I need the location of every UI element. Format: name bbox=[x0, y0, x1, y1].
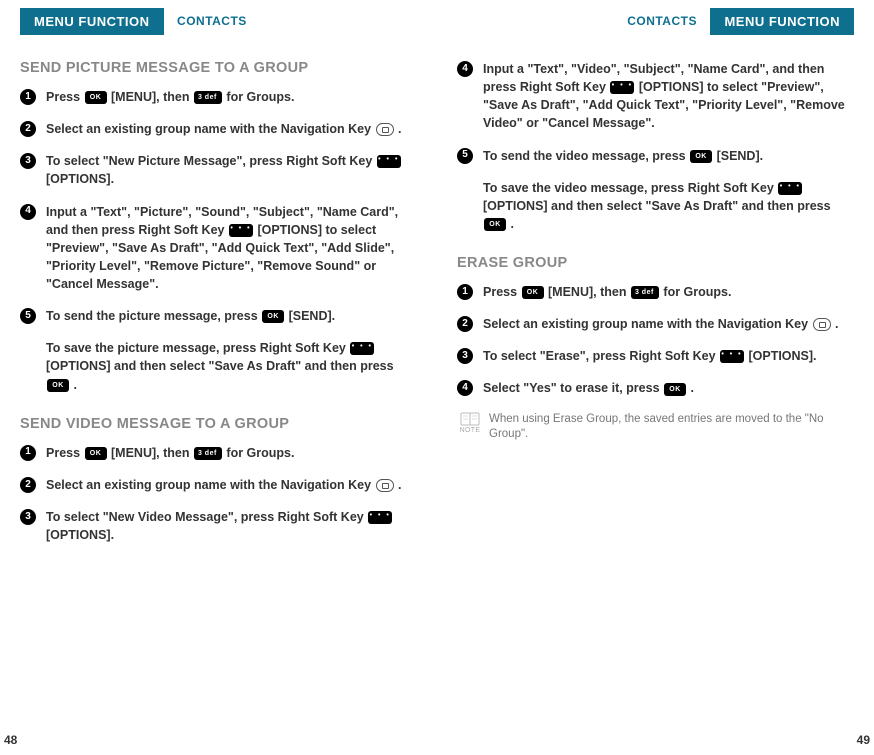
header-row-right: CONTACTS MENU FUNCTION bbox=[457, 8, 854, 38]
ok-key-icon: OK bbox=[484, 218, 506, 231]
step-item: 4 Input a "Text", "Picture", "Sound", "S… bbox=[20, 203, 417, 294]
step-number-icon: 4 bbox=[457, 380, 473, 396]
step-number-icon: 3 bbox=[20, 509, 36, 525]
ok-key-icon: OK bbox=[85, 447, 107, 460]
three-key-icon: 3 def bbox=[631, 286, 659, 299]
step-number-icon: 1 bbox=[457, 284, 473, 300]
step-number-icon: 1 bbox=[20, 445, 36, 461]
step-text: Press OK [MENU], then 3 def for Groups. bbox=[46, 444, 417, 462]
ok-key-icon: OK bbox=[690, 150, 712, 163]
step-item: 4 Input a "Text", "Video", "Subject", "N… bbox=[457, 60, 854, 133]
page-number: 48 bbox=[4, 733, 17, 747]
step-text: Input a "Text", "Picture", "Sound", "Sub… bbox=[46, 203, 417, 294]
step-number-icon: 4 bbox=[20, 204, 36, 220]
section-title: SEND VIDEO MESSAGE TO A GROUP bbox=[20, 416, 417, 432]
options-key-icon: • • • bbox=[368, 511, 392, 524]
step-item: 2 Select an existing group name with the… bbox=[457, 315, 854, 333]
step-number-icon: 5 bbox=[457, 148, 473, 164]
page-left: MENU FUNCTION CONTACTS SEND PICTURE MESS… bbox=[0, 0, 437, 755]
step-item: 3 To select "Erase", press Right Soft Ke… bbox=[457, 347, 854, 365]
options-key-icon: • • • bbox=[778, 182, 802, 195]
step-subtext: To save the picture message, press Right… bbox=[46, 339, 417, 393]
step-number-icon: 3 bbox=[457, 348, 473, 364]
step-item: 1 Press OK [MENU], then 3 def for Groups… bbox=[20, 88, 417, 106]
menu-function-tab: MENU FUNCTION bbox=[20, 8, 164, 35]
navigation-key-icon bbox=[813, 318, 831, 331]
contacts-tab: CONTACTS bbox=[167, 8, 257, 34]
step-text: Press OK [MENU], then 3 def for Groups. bbox=[483, 283, 854, 301]
step-item: 2 Select an existing group name with the… bbox=[20, 120, 417, 138]
contacts-tab: CONTACTS bbox=[617, 8, 707, 34]
options-key-icon: • • • bbox=[350, 342, 374, 355]
ok-key-icon: OK bbox=[85, 91, 107, 104]
step-text: Select "Yes" to erase it, press OK . bbox=[483, 379, 854, 397]
step-text: To select "New Picture Message", press R… bbox=[46, 152, 417, 188]
section-title: SEND PICTURE MESSAGE TO A GROUP bbox=[20, 60, 417, 76]
three-key-icon: 3 def bbox=[194, 447, 222, 460]
step-item: 2 Select an existing group name with the… bbox=[20, 476, 417, 494]
step-text: To select "New Video Message", press Rig… bbox=[46, 508, 417, 544]
step-text: To send the video message, press OK [SEN… bbox=[483, 147, 854, 165]
step-number-icon: 2 bbox=[457, 316, 473, 332]
ok-key-icon: OK bbox=[47, 379, 69, 392]
options-key-icon: • • • bbox=[610, 81, 634, 94]
step-number-icon: 4 bbox=[457, 61, 473, 77]
navigation-key-icon bbox=[376, 123, 394, 136]
note-label: NOTE bbox=[457, 426, 483, 435]
page-right: CONTACTS MENU FUNCTION 4 Input a "Text",… bbox=[437, 0, 874, 755]
note-block: NOTE When using Erase Group, the saved e… bbox=[457, 412, 854, 443]
step-text: To send the picture message, press OK [S… bbox=[46, 307, 417, 325]
step-text: Select an existing group name with the N… bbox=[46, 120, 417, 138]
three-key-icon: 3 def bbox=[194, 91, 222, 104]
step-number-icon: 2 bbox=[20, 477, 36, 493]
step-number-icon: 5 bbox=[20, 308, 36, 324]
step-number-icon: 1 bbox=[20, 89, 36, 105]
ok-key-icon: OK bbox=[522, 286, 544, 299]
step-item: 4 Select "Yes" to erase it, press OK . bbox=[457, 379, 854, 397]
options-key-icon: • • • bbox=[720, 350, 744, 363]
step-item: 3 To select "New Picture Message", press… bbox=[20, 152, 417, 188]
step-item: 5 To send the video message, press OK [S… bbox=[457, 147, 854, 165]
step-number-icon: 2 bbox=[20, 121, 36, 137]
section-title: ERASE GROUP bbox=[457, 255, 854, 271]
step-text: To select "Erase", press Right Soft Key … bbox=[483, 347, 854, 365]
step-item: 5 To send the picture message, press OK … bbox=[20, 307, 417, 325]
step-item: 1 Press OK [MENU], then 3 def for Groups… bbox=[20, 444, 417, 462]
step-text: Select an existing group name with the N… bbox=[483, 315, 854, 333]
note-icon: NOTE bbox=[457, 412, 483, 435]
ok-key-icon: OK bbox=[664, 383, 686, 396]
options-key-icon: • • • bbox=[229, 224, 253, 237]
options-key-icon: • • • bbox=[377, 155, 401, 168]
step-text: Input a "Text", "Video", "Subject", "Nam… bbox=[483, 60, 854, 133]
step-number-icon: 3 bbox=[20, 153, 36, 169]
step-text: Press OK [MENU], then 3 def for Groups. bbox=[46, 88, 417, 106]
step-text: Select an existing group name with the N… bbox=[46, 476, 417, 494]
header-row-left: MENU FUNCTION CONTACTS bbox=[20, 8, 417, 38]
menu-function-tab: MENU FUNCTION bbox=[710, 8, 854, 35]
step-subtext: To save the video message, press Right S… bbox=[483, 179, 854, 233]
ok-key-icon: OK bbox=[262, 310, 284, 323]
note-text: When using Erase Group, the saved entrie… bbox=[489, 412, 854, 443]
step-item: 3 To select "New Video Message", press R… bbox=[20, 508, 417, 544]
page-number: 49 bbox=[857, 733, 870, 747]
navigation-key-icon bbox=[376, 479, 394, 492]
step-item: 1 Press OK [MENU], then 3 def for Groups… bbox=[457, 283, 854, 301]
